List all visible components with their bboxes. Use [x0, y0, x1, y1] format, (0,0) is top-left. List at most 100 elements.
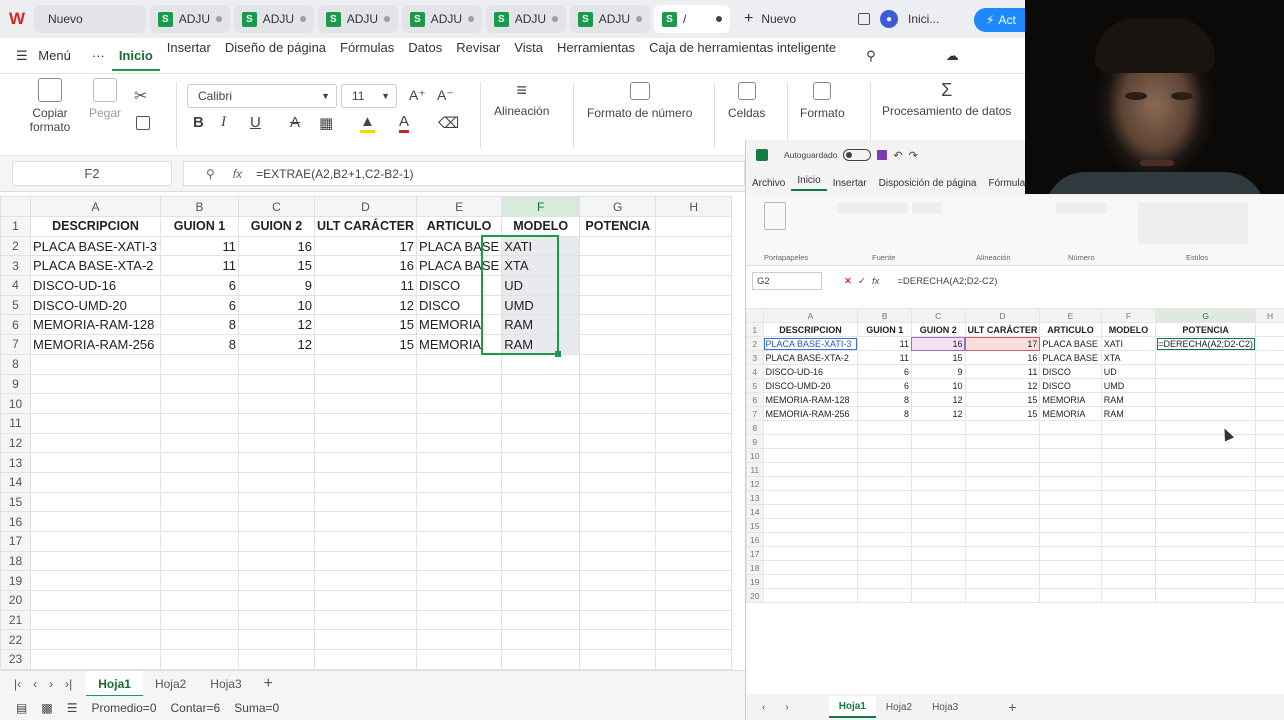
excel-cell[interactable] — [1039, 420, 1102, 435]
excel-cell[interactable]: MEMORIA-RAM-128 — [762, 392, 859, 407]
column-header[interactable]: F — [501, 196, 581, 217]
browser-tab[interactable]: S ADJU — [150, 5, 230, 33]
excel-cell[interactable] — [1255, 350, 1284, 365]
excel-cell[interactable] — [762, 462, 859, 477]
cell[interactable] — [415, 432, 503, 454]
excel-cell[interactable] — [1039, 434, 1102, 449]
search-icon[interactable]: ⚲ — [859, 48, 883, 64]
excel-cell[interactable] — [857, 518, 912, 533]
cell[interactable] — [579, 629, 657, 651]
excel-cell[interactable] — [1255, 420, 1284, 435]
sheet-icon[interactable]: ▤ — [16, 701, 27, 715]
menu-item[interactable]: Diseño de página — [218, 40, 333, 71]
bold-button[interactable]: B — [193, 114, 204, 131]
cell[interactable] — [501, 373, 581, 395]
excel-cell[interactable] — [762, 574, 859, 589]
cell[interactable] — [238, 471, 315, 493]
excel-cell[interactable] — [1039, 518, 1102, 533]
excel-row-header[interactable]: 14 — [746, 504, 764, 519]
excel-sheet-tab[interactable]: Hoja1 — [828, 696, 876, 718]
excel-cell[interactable]: DESCRIPCION — [762, 322, 859, 337]
excel-cell[interactable] — [857, 504, 912, 519]
excel-cell[interactable]: 11 — [857, 350, 912, 365]
excel-cell[interactable]: 15 — [910, 350, 966, 365]
cell[interactable] — [501, 511, 581, 532]
cell[interactable]: UD — [501, 275, 581, 296]
excel-cell[interactable] — [1100, 462, 1157, 477]
excel-cell[interactable] — [1039, 476, 1102, 491]
cell[interactable] — [30, 491, 161, 513]
cell[interactable] — [501, 531, 581, 552]
excel-menu-item[interactable]: Archivo — [746, 178, 791, 189]
excel-cell[interactable] — [762, 532, 859, 547]
prev-sheet-icon[interactable]: ‹ — [27, 677, 43, 691]
cell[interactable] — [501, 412, 581, 434]
excel-cell[interactable]: POTENCIA — [1155, 322, 1257, 337]
excel-cell[interactable] — [857, 420, 912, 435]
cell[interactable] — [415, 550, 503, 572]
cell[interactable]: 10 — [238, 294, 315, 316]
row-header[interactable]: 23 — [0, 649, 31, 670]
cell[interactable] — [415, 590, 503, 611]
cell[interactable] — [655, 471, 733, 493]
excel-prev-sheet-icon[interactable]: ‹ — [746, 702, 775, 713]
excel-cell[interactable] — [910, 434, 966, 449]
cell[interactable] — [160, 570, 239, 592]
cell[interactable]: DESCRIPCION — [30, 216, 161, 237]
cell[interactable]: 17 — [314, 235, 417, 257]
cell[interactable]: DISCO — [415, 275, 503, 296]
excel-row-header[interactable]: 2 — [746, 336, 764, 351]
excel-row-header[interactable]: 1 — [746, 322, 764, 337]
cell[interactable]: 16 — [238, 235, 315, 257]
excel-cell[interactable] — [1155, 504, 1257, 519]
excel-cell[interactable] — [1255, 490, 1284, 505]
row-header[interactable]: 8 — [0, 353, 31, 375]
excel-cell[interactable] — [964, 476, 1041, 491]
excel-cell[interactable] — [1255, 574, 1284, 589]
cell[interactable] — [160, 590, 239, 611]
excel-cell[interactable] — [1155, 532, 1257, 547]
excel-fx-icon[interactable]: fx — [872, 276, 879, 287]
cell[interactable] — [655, 216, 733, 237]
excel-row-header[interactable]: 16 — [746, 532, 764, 547]
excel-cell[interactable] — [910, 574, 966, 589]
excel-row-header[interactable]: 13 — [746, 490, 764, 505]
excel-cell[interactable] — [1255, 378, 1284, 393]
excel-cell[interactable]: RAM — [1100, 406, 1157, 421]
menu-item[interactable]: Herramientas — [550, 40, 642, 71]
cell[interactable] — [579, 531, 657, 552]
cell[interactable]: 8 — [160, 334, 239, 355]
row-header[interactable]: 15 — [0, 491, 31, 513]
excel-cell[interactable] — [910, 462, 966, 477]
cell[interactable] — [238, 531, 315, 552]
cell[interactable] — [415, 373, 503, 395]
cell[interactable] — [655, 432, 733, 454]
formula-input[interactable]: ⚲ fx =EXTRAE(A2,B2+1,C2-B2-1) — [183, 161, 745, 186]
excel-column-header[interactable]: C — [910, 308, 966, 323]
excel-cell[interactable]: ARTICULO — [1039, 322, 1102, 337]
excel-cell[interactable] — [964, 420, 1041, 435]
cell[interactable] — [314, 609, 417, 631]
cell[interactable] — [314, 590, 417, 611]
cell[interactable]: MEMORIA-RAM-256 — [30, 334, 161, 355]
copy-format-button[interactable]: Copiar formato — [28, 78, 72, 134]
excel-name-box[interactable]: G2 — [752, 272, 822, 290]
excel-cell[interactable] — [1155, 546, 1257, 561]
row-header[interactable]: 18 — [0, 550, 31, 572]
cell[interactable] — [238, 432, 315, 454]
excel-corner-cell[interactable] — [746, 308, 764, 323]
cell[interactable]: 8 — [160, 314, 239, 336]
redo-icon[interactable]: ↷ — [909, 149, 918, 162]
cell[interactable] — [501, 452, 581, 473]
window-restore-icon[interactable] — [858, 13, 870, 25]
cell[interactable] — [160, 471, 239, 493]
cell[interactable] — [655, 393, 733, 414]
decrease-font-icon[interactable]: A⁻ — [437, 87, 454, 104]
row-header[interactable]: 21 — [0, 609, 31, 631]
cell[interactable] — [655, 275, 733, 296]
sheet-tab[interactable]: Hoja3 — [198, 671, 253, 697]
row-header[interactable]: 5 — [0, 294, 31, 316]
spreadsheet-grid[interactable]: A B C D E F G H 1 DESCRIPCION GUION 1 GUION 2 ULT CA… — [0, 196, 745, 670]
cell[interactable]: 15 — [238, 255, 315, 277]
cell[interactable] — [238, 491, 315, 513]
